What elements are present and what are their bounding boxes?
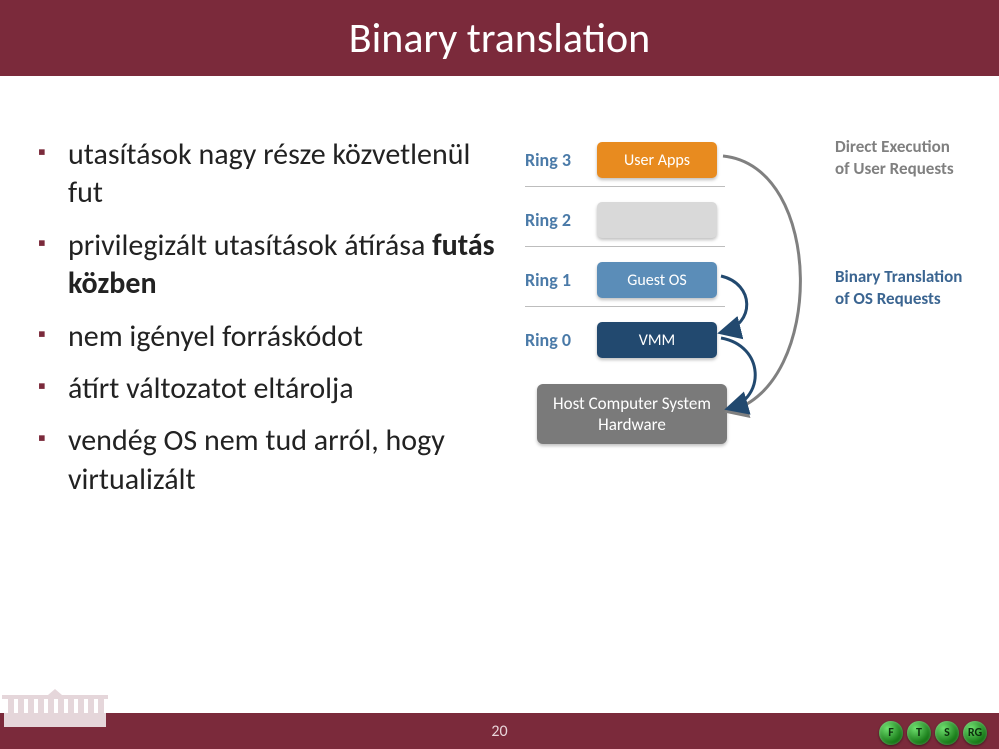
logo-badge-icon: RG: [963, 721, 987, 745]
vmm-box: VMM: [597, 322, 717, 358]
ring-label: Ring 0: [525, 329, 597, 351]
host-hardware-box: Host Computer System Hardware: [537, 384, 727, 444]
bullet-text: vendég OS nem tud arról, hogy virtualizá…: [68, 422, 445, 497]
bullet-text: átírt változatot eltárolja: [68, 370, 354, 407]
divider: [525, 186, 725, 187]
page-number: 20: [491, 722, 507, 741]
arrow-direct-exec: [723, 156, 800, 411]
binary-translation-label: Binary Translation of OS Requests: [835, 266, 965, 310]
empty-ring-box: [597, 202, 717, 238]
slide: Binary translation utasítások nagy része…: [0, 0, 999, 749]
title-bar: Binary translation: [0, 0, 999, 76]
slide-title: Binary translation: [349, 13, 650, 64]
bullet-item: privilegizált utasítások átírása futás k…: [38, 227, 505, 304]
divider: [525, 306, 725, 307]
logo-badge-icon: S: [935, 721, 959, 745]
user-apps-box: User Apps: [597, 142, 717, 178]
bullet-text: nem igényel forráskódot: [68, 318, 363, 355]
ring-label: Ring 1: [525, 269, 597, 291]
footer-bar: 20 F T S RG: [0, 713, 999, 749]
arrow-guest-to-vmm: [721, 276, 747, 332]
logo-badge-icon: T: [907, 721, 931, 745]
ring-row-0: Ring 0 VMM: [525, 316, 717, 364]
footer-logos: F T S RG: [879, 721, 987, 745]
ring-row-3: Ring 3 User Apps: [525, 136, 717, 184]
divider: [525, 246, 725, 247]
bullet-item: nem igényel forráskódot: [38, 318, 505, 356]
bullet-item: átírt változatot eltárolja: [38, 370, 505, 408]
ring-row-1: Ring 1 Guest OS: [525, 256, 717, 304]
building-logo-icon: [0, 689, 110, 749]
ring-row-2: Ring 2: [525, 196, 717, 244]
ring-label: Ring 3: [525, 149, 597, 171]
ring-diagram: Ring 3 User Apps Ring 2 Ring 1 Guest OS …: [505, 136, 985, 496]
ring-label: Ring 2: [525, 209, 597, 231]
slide-content: utasítások nagy része közvetlenül fut pr…: [0, 76, 999, 513]
bullet-item: vendég OS nem tud arról, hogy virtualizá…: [38, 422, 505, 499]
guest-os-box: Guest OS: [597, 262, 717, 298]
bullet-text: utasítások nagy része közvetlenül fut: [68, 136, 470, 211]
logo-badge-icon: F: [879, 721, 903, 745]
bullet-text: privilegizált utasítások átírása: [68, 227, 432, 264]
bullet-item: utasítások nagy része közvetlenül fut: [38, 136, 505, 213]
bullet-list: utasítások nagy része közvetlenül fut pr…: [10, 136, 505, 513]
direct-execution-label: Direct Execution of User Requests: [835, 136, 965, 180]
